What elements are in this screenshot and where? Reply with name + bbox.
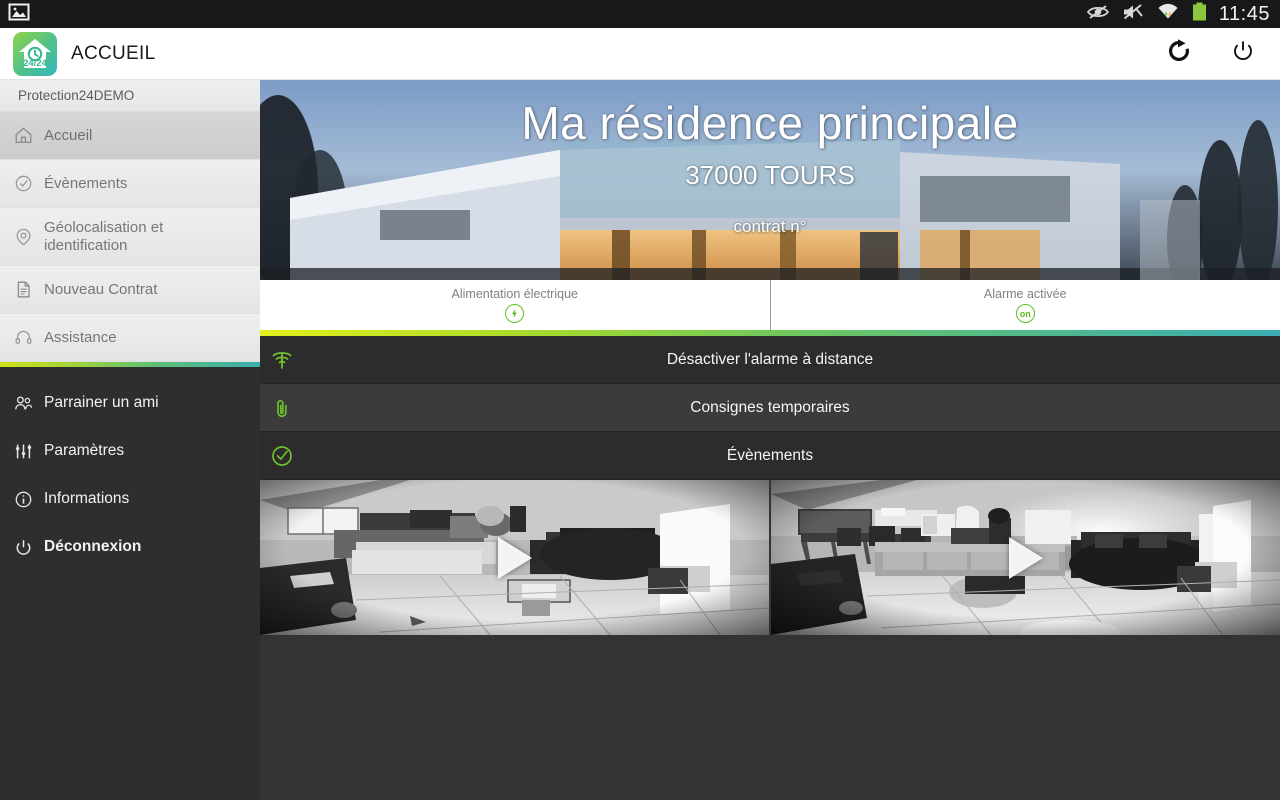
contract-number: contrat n° <box>733 216 807 236</box>
sidebar-item-label: Accueil <box>44 126 93 144</box>
action-row-label: Désactiver l'alarme à distance <box>666 350 874 368</box>
lightning-bolt-icon <box>505 304 525 323</box>
sidebar-item-parrainer-un-ami[interactable]: Parrainer un ami <box>0 379 260 427</box>
status-bar-indicators: 11:45 <box>1086 2 1280 27</box>
sidebar-item-label: Nouveau Contrat <box>44 280 158 298</box>
play-icon[interactable] <box>1008 536 1043 579</box>
sidebar-item-evenements[interactable]: Évènements <box>0 160 260 208</box>
action-row-consignes-temporaires[interactable]: Consignes temporaires <box>260 384 1280 432</box>
sidebar-item-label: Déconnexion <box>44 538 142 555</box>
sidebar-item-nouveau-contrat[interactable]: Nouveau Contrat <box>0 266 260 314</box>
power-icon <box>1231 39 1255 68</box>
status-cell-power[interactable]: Alimentation électrique <box>260 280 770 330</box>
home-icon <box>14 126 44 145</box>
sidebar-item-assistance[interactable]: Assistance <box>0 314 260 362</box>
status-badge-text: on <box>1019 308 1031 319</box>
drawer-top-section: Protection24DEMO Accueil Évènements Géol… <box>0 80 260 362</box>
document-icon <box>14 280 44 299</box>
on-circle-icon: on <box>1015 304 1035 323</box>
app-action-bar: 24/24 ACCUEIL <box>0 28 1280 80</box>
sidebar-item-deconnexion[interactable]: Déconnexion <box>0 523 260 571</box>
status-caption: Alimentation électrique <box>451 287 578 301</box>
action-row-desactiver-alarme[interactable]: Désactiver l'alarme à distance <box>260 336 1280 384</box>
action-bar-buttons <box>1164 39 1280 69</box>
sidebar-item-label: Informations <box>44 490 130 507</box>
eye-blocked-icon <box>1086 3 1110 26</box>
sidebar-item-accueil[interactable]: Accueil <box>0 112 260 160</box>
volume-muted-icon <box>1122 3 1144 26</box>
system-status-bar: 11:45 <box>0 0 1280 28</box>
hero-text-overlay: Ma résidence principale 37000 TOURS cont… <box>260 80 1280 280</box>
refresh-button[interactable] <box>1164 39 1194 69</box>
sidebar-item-informations[interactable]: Informations <box>0 475 260 523</box>
sidebar-item-geolocalisation[interactable]: Géolocalisation et identification <box>0 208 260 266</box>
main-empty-area <box>260 635 1280 800</box>
image-notification-icon <box>8 2 30 27</box>
app-logo: 24/24 <box>13 31 57 76</box>
page-title: ACCUEIL <box>71 42 156 64</box>
action-row-label: Consignes temporaires <box>690 398 850 416</box>
sidebar-item-label: Géolocalisation et identification <box>44 218 164 254</box>
sidebar-item-label: Paramètres <box>44 442 125 459</box>
status-summary-strip: Alimentation électrique Alarme activée o… <box>260 280 1280 330</box>
camera-thumbnails <box>260 480 1280 635</box>
paperclip-icon <box>269 384 295 431</box>
residence-hero-banner: Ma résidence principale 37000 TOURS cont… <box>260 80 1280 280</box>
camera-thumbnail-2[interactable] <box>769 480 1280 635</box>
check-circle-icon <box>269 432 295 479</box>
status-cell-alarm[interactable]: Alarme activée on <box>769 280 1280 330</box>
play-icon[interactable] <box>497 536 532 579</box>
power-button[interactable] <box>1228 39 1258 69</box>
camera-thumbnail-1[interactable] <box>260 480 769 635</box>
sidebar-item-parametres[interactable]: Paramètres <box>0 427 260 475</box>
info-icon <box>14 490 44 509</box>
logo-text: 24/24 <box>23 58 47 69</box>
check-circle-icon <box>14 174 44 193</box>
sidebar-item-label: Évènements <box>44 174 128 192</box>
wifi-remote-icon <box>269 336 295 383</box>
sidebar-item-label: Assistance <box>44 328 117 346</box>
main-content: Ma résidence principale 37000 TOURS cont… <box>260 80 1280 800</box>
sidebar-item-label: Parrainer un ami <box>44 394 159 411</box>
headset-icon <box>14 328 44 347</box>
status-bar-notifications <box>0 2 30 27</box>
people-icon <box>14 394 44 413</box>
status-caption: Alarme activée <box>983 287 1067 301</box>
drawer-spacer <box>0 367 260 379</box>
residence-location: 37000 TOURS <box>685 159 855 190</box>
battery-icon <box>1192 2 1207 27</box>
status-bar-clock: 11:45 <box>1218 2 1270 25</box>
power-icon <box>14 538 44 557</box>
account-name: Protection24DEMO <box>0 80 260 112</box>
refresh-icon <box>1166 38 1192 69</box>
sliders-icon <box>14 442 44 461</box>
wifi-icon <box>1156 3 1180 26</box>
action-row-label: Évènements <box>726 446 814 464</box>
action-row-evenements[interactable]: Évènements <box>260 432 1280 480</box>
location-pin-icon <box>14 227 44 246</box>
navigation-drawer: Protection24DEMO Accueil Évènements Géol… <box>0 80 260 800</box>
residence-title: Ma résidence principale <box>521 97 1019 149</box>
